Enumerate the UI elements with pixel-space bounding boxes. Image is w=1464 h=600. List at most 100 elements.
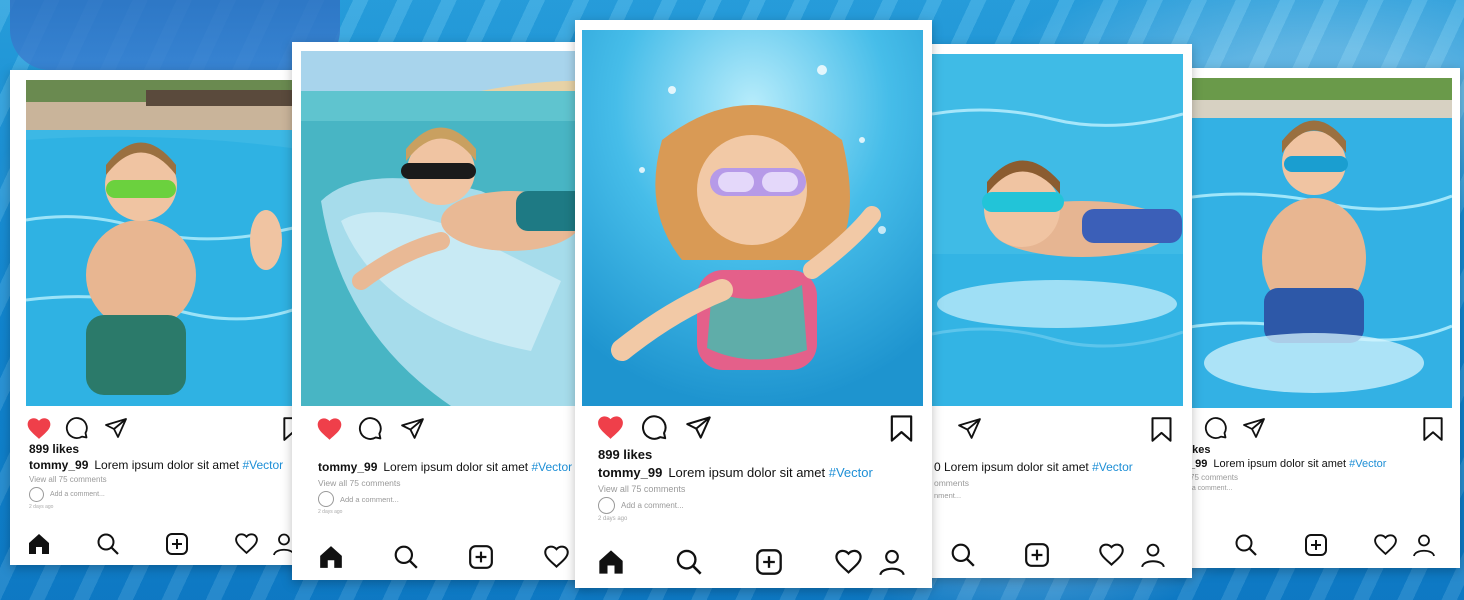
add-post-icon[interactable]: [468, 544, 494, 575]
profile-icon[interactable]: [1412, 533, 1436, 562]
add-post-icon[interactable]: [1304, 533, 1328, 562]
photo-boy-swimming: [932, 54, 1183, 406]
post-actions-5: [1176, 416, 1460, 444]
photo-girl-underwater: [582, 30, 923, 406]
add-comment-input[interactable]: d a comment...: [1186, 485, 1232, 492]
share-icon[interactable]: [104, 416, 128, 445]
photo-boy-surfboard: [301, 51, 592, 406]
bookmark-icon[interactable]: [1150, 416, 1173, 448]
heart-filled-icon[interactable]: [26, 416, 52, 445]
caption-text: 0 Lorem ipsum dolor sit amet: [934, 460, 1089, 474]
home-icon[interactable]: [27, 532, 51, 561]
add-comment-row[interactable]: d a comment...: [1186, 485, 1460, 492]
post-photo-3[interactable]: [582, 30, 923, 406]
view-all-comments[interactable]: View all 75 comments: [29, 475, 306, 484]
caption-line: tommy_99 Lorem ipsum dolor sit amet #Vect…: [318, 460, 592, 474]
avatar-icon: [598, 497, 615, 514]
caption-line: tommy_99 Lorem ipsum dolor sit amet #Vect…: [29, 458, 306, 472]
share-icon[interactable]: [400, 416, 425, 446]
search-icon[interactable]: [393, 544, 419, 575]
comment-icon[interactable]: [65, 416, 89, 445]
post-card-4: 0 Lorem ipsum dolor sit amet #Vector omm…: [912, 44, 1192, 578]
post-meta-5: likes /_99 Lorem ipsum dolor sit amet #Ve…: [1186, 444, 1460, 492]
post-time: 2 days ago: [318, 509, 343, 515]
share-icon[interactable]: [1242, 416, 1266, 445]
heart-filled-icon[interactable]: [596, 414, 625, 445]
caption-line: 0 Lorem ipsum dolor sit amet #Vector: [934, 460, 1192, 474]
comment-icon[interactable]: [641, 414, 668, 446]
search-icon[interactable]: [96, 532, 120, 561]
photo-boy-jumping-pool: [1184, 78, 1452, 408]
hashtag-link[interactable]: #Vector: [1349, 458, 1386, 470]
likes-count: likes: [1186, 444, 1211, 456]
heart-outline-icon[interactable]: [1098, 542, 1125, 572]
caption-text: Lorem ipsum dolor sit amet: [1213, 458, 1347, 470]
home-icon[interactable]: [597, 548, 625, 581]
view-all-comments[interactable]: View all 75 comments: [318, 478, 592, 488]
caption-text: Lorem ipsum dolor sit amet: [94, 458, 240, 472]
username[interactable]: tommy_99: [29, 458, 88, 472]
search-icon[interactable]: [1234, 533, 1258, 562]
search-icon[interactable]: [675, 548, 703, 581]
add-comment-input[interactable]: Add a comment...: [50, 491, 105, 498]
photo-boy-pool-thumbsup: [26, 80, 306, 406]
post-time: 2 days ago: [29, 504, 54, 510]
profile-icon[interactable]: [1140, 542, 1166, 573]
heart-outline-icon[interactable]: [234, 532, 259, 560]
hashtag-link[interactable]: #Vector: [242, 458, 283, 472]
add-post-icon[interactable]: [165, 532, 189, 561]
home-icon[interactable]: [318, 544, 344, 575]
share-icon[interactable]: [957, 416, 982, 446]
background-swimmer-shirt: [10, 0, 340, 70]
add-comment-row[interactable]: nment...: [934, 491, 1192, 500]
post-actions-4: [912, 416, 1192, 444]
share-icon[interactable]: [685, 414, 712, 446]
post-photo-5[interactable]: [1184, 78, 1452, 408]
bookmark-icon[interactable]: [889, 414, 914, 448]
add-comment-input[interactable]: Add a comment...: [340, 495, 399, 504]
add-post-icon[interactable]: [1024, 542, 1050, 573]
view-all-comments[interactable]: l 75 comments: [1186, 473, 1460, 482]
hashtag-link[interactable]: #Vector: [531, 460, 572, 474]
view-all-comments[interactable]: View all 75 comments: [598, 484, 932, 494]
add-comment-row[interactable]: Add a comment...: [29, 487, 306, 502]
post-meta-1: 899 likes tommy_99 Lorem ipsum dolor sit …: [29, 442, 306, 510]
post-actions-2: [292, 416, 592, 444]
caption-line: tommy_99 Lorem ipsum dolor sit amet #Vect…: [598, 465, 932, 480]
profile-icon[interactable]: [878, 548, 906, 581]
caption-line: /_99 Lorem ipsum dolor sit amet #Vector: [1186, 458, 1460, 470]
likes-count: 899 likes: [598, 447, 653, 462]
bookmark-icon[interactable]: [1422, 416, 1444, 447]
hashtag-link[interactable]: #Vector: [829, 465, 873, 480]
heart-outline-icon[interactable]: [1373, 533, 1398, 561]
heart-filled-icon[interactable]: [316, 416, 343, 446]
avatar-icon: [29, 487, 44, 502]
add-post-icon[interactable]: [755, 548, 783, 581]
post-photo-2[interactable]: [301, 51, 592, 406]
username[interactable]: tommy_99: [318, 460, 377, 474]
heart-outline-icon[interactable]: [834, 548, 863, 580]
post-meta-2: tommy_99 Lorem ipsum dolor sit amet #Vect…: [318, 444, 592, 515]
add-comment-input[interactable]: Add a comment...: [621, 501, 684, 510]
post-card-5: likes /_99 Lorem ipsum dolor sit amet #Ve…: [1176, 68, 1460, 568]
post-photo-4[interactable]: [932, 54, 1183, 406]
post-photo-1[interactable]: [26, 80, 306, 406]
caption-text: Lorem ipsum dolor sit amet: [383, 460, 529, 474]
comment-icon[interactable]: [358, 416, 383, 446]
add-comment-input[interactable]: nment...: [934, 491, 961, 500]
add-comment-row[interactable]: Add a comment...: [318, 491, 592, 507]
heart-outline-icon[interactable]: [543, 544, 570, 574]
username[interactable]: tommy_99: [598, 465, 662, 480]
comment-icon[interactable]: [1204, 416, 1228, 445]
hashtag-link[interactable]: #Vector: [1092, 460, 1133, 474]
search-icon[interactable]: [950, 542, 976, 573]
add-comment-row[interactable]: Add a comment...: [598, 497, 932, 514]
post-meta-3: 899 likes tommy_99 Lorem ipsum dolor sit …: [598, 447, 932, 522]
likes-count: [318, 444, 592, 458]
caption-text: Lorem ipsum dolor sit amet: [668, 465, 826, 480]
view-all-comments[interactable]: omments: [934, 478, 1192, 488]
post-time: 2 days ago: [598, 516, 628, 522]
avatar-icon: [318, 491, 334, 507]
post-meta-4: 0 Lorem ipsum dolor sit amet #Vector omm…: [934, 460, 1192, 500]
post-card-3: 899 likes tommy_99 Lorem ipsum dolor sit …: [575, 20, 932, 588]
